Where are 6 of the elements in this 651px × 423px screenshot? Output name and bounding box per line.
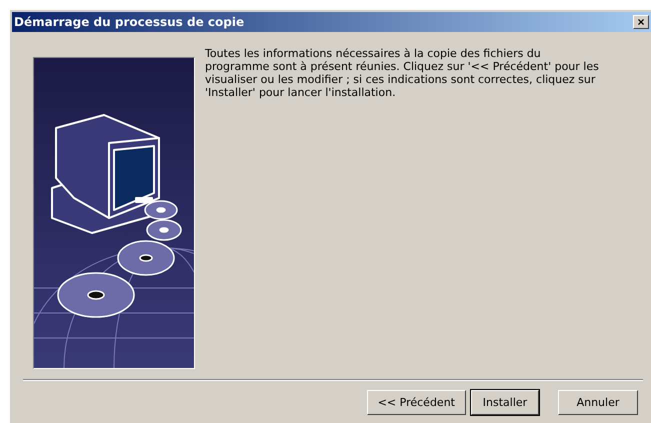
close-button[interactable]: ×	[633, 15, 649, 29]
dialog-button[interactable]: Annuler	[558, 390, 638, 415]
window-title: Démarrage du processus de copie	[14, 15, 244, 29]
instructions-text: Toutes les informations nécessaires à la copie des fichiers du programme sont à présent réunies. Cliquez sur '<< Précédent' pour les visualiser ou les modifier ; si ces indications sont correctes, cliquez sur 'Installer' pour lancer l'installation.	[205, 47, 600, 101]
dialog-button[interactable]: Installer	[471, 390, 539, 415]
dialog-button[interactable]: << Précédent	[366, 390, 466, 415]
